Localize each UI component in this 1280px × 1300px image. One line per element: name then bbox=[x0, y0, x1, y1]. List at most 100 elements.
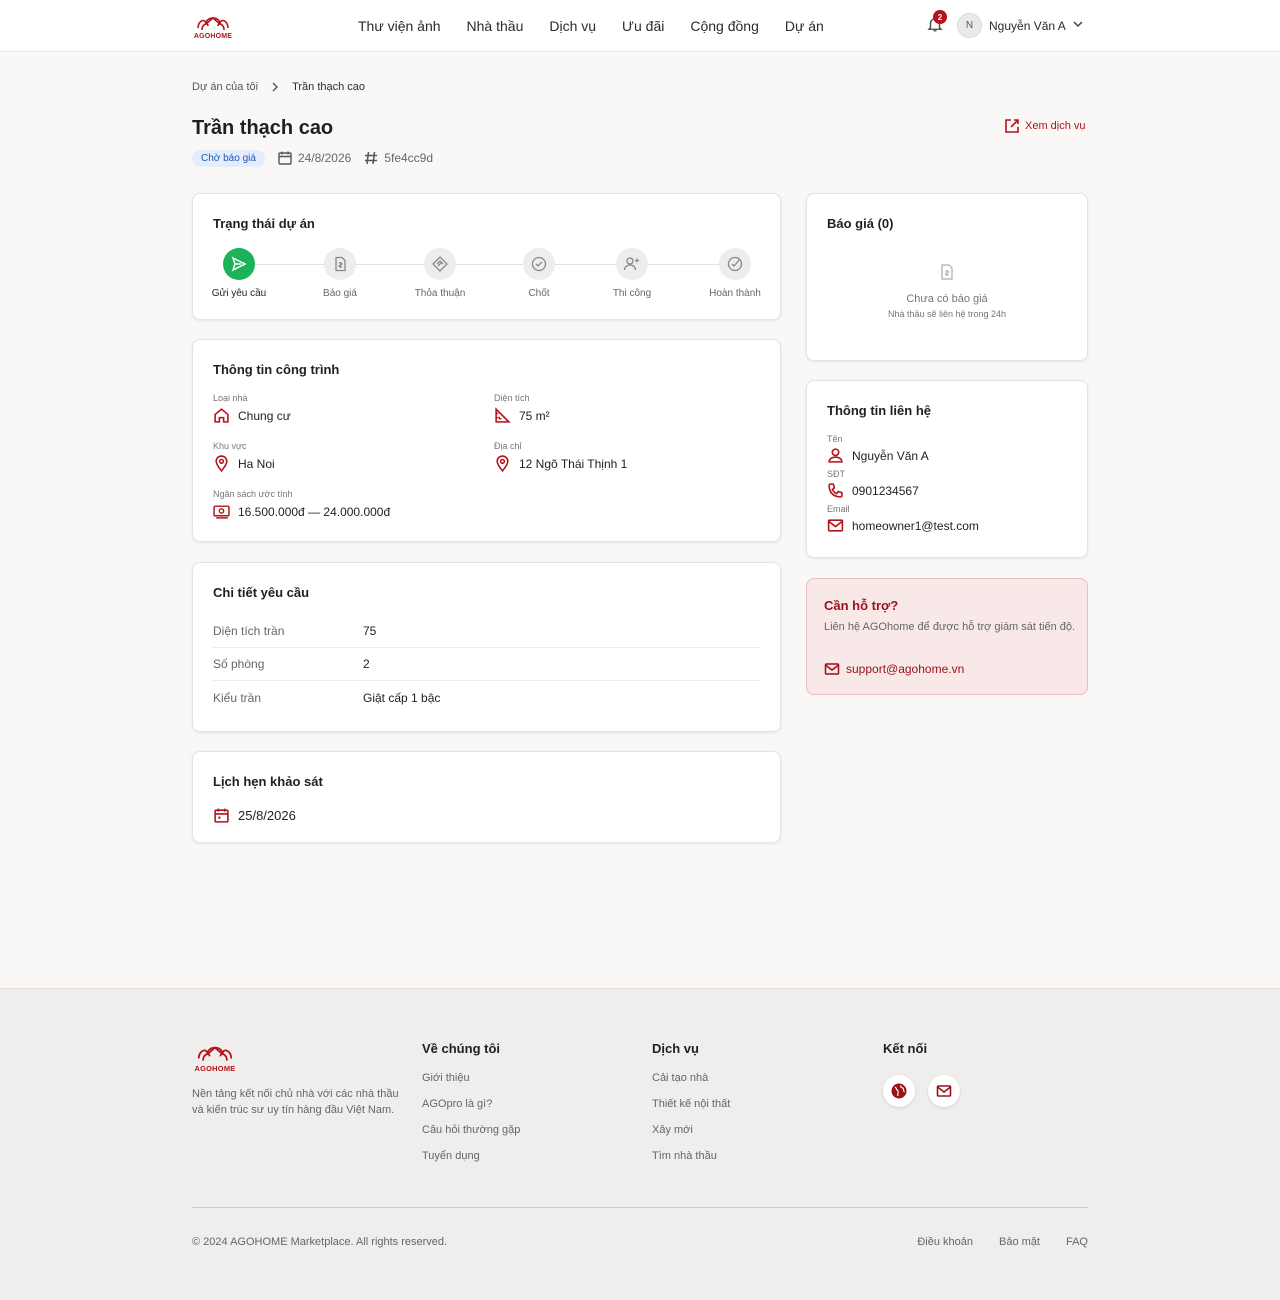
step-label: Hoàn thành bbox=[709, 288, 761, 299]
hash-icon bbox=[365, 151, 378, 165]
contact-card: Thông tin liên hệ Tên Nguyễn Văn A SĐT 0… bbox=[806, 380, 1088, 558]
avatar[interactable]: N bbox=[957, 13, 982, 38]
document-icon bbox=[941, 264, 953, 280]
step-label: Chốt bbox=[528, 288, 550, 299]
house-type-label: Loại nhà bbox=[213, 393, 248, 403]
address-text: 12 Ngõ Thái Thịnh 1 bbox=[519, 456, 628, 471]
social-email-button[interactable] bbox=[928, 1075, 960, 1107]
main-nav: Thư viện ảnh Nhà thầu Dịch vụ Ưu đãi Cộn… bbox=[358, 0, 850, 52]
area-text: 75 m² bbox=[519, 408, 550, 423]
top-header: AGOHOME Thư viện ảnh Nhà thầu Dịch vụ Ưu… bbox=[0, 0, 1280, 52]
project-status-card: Trạng thái dự án Gửi yêu cầu Báo giá Thỏ… bbox=[192, 193, 781, 320]
detail-value: 2 bbox=[363, 657, 370, 671]
phone-icon bbox=[828, 483, 843, 498]
footer-link-agopro[interactable]: AGOpro là gì? bbox=[422, 1098, 520, 1113]
breadcrumb-parent[interactable]: Dự án của tôi bbox=[192, 81, 258, 93]
nav-item-community[interactable]: Cộng đồng bbox=[690, 18, 759, 34]
logo-mark-icon bbox=[197, 16, 229, 31]
nav-item-contractors[interactable]: Nhà thầu bbox=[467, 18, 524, 34]
view-service-link[interactable]: Xem dịch vụ bbox=[1004, 118, 1086, 134]
footer-link-terms[interactable]: Điều khoản bbox=[917, 1236, 973, 1248]
social-website-button[interactable] bbox=[883, 1075, 915, 1107]
contact-name-value: Nguyễn Văn A bbox=[827, 447, 929, 464]
survey-date-text: 25/8/2026 bbox=[238, 808, 296, 823]
nav-item-services[interactable]: Dịch vụ bbox=[549, 18, 596, 34]
detail-value: 75 bbox=[363, 624, 377, 638]
nav-item-projects[interactable]: Dự án bbox=[785, 18, 824, 34]
footer-description: Nền tảng kết nối chủ nhà với các nhà thầ… bbox=[192, 1088, 399, 1116]
contact-email-value: homeowner1@test.com bbox=[827, 517, 979, 534]
support-desc: Liên hệ AGOhome để được hỗ trợ giám sát … bbox=[824, 621, 1076, 633]
footer-connect-title: Kết nối bbox=[883, 1041, 928, 1056]
request-detail-card: Chi tiết yêu cầu Diện tích trần 75 Số ph… bbox=[192, 562, 781, 732]
check-circle-icon bbox=[531, 256, 547, 272]
contact-name-label: Tên bbox=[827, 434, 843, 444]
external-link-icon bbox=[1005, 119, 1019, 133]
agohome-logo[interactable]: AGOHOME bbox=[192, 10, 234, 42]
project-date-value: 24/8/2026 bbox=[297, 151, 352, 165]
chevron-down-icon[interactable] bbox=[1072, 18, 1084, 30]
step-circle bbox=[523, 248, 555, 280]
view-service-label: Xem dịch vụ bbox=[1025, 120, 1086, 132]
table-row: Diện tích trần 75 bbox=[213, 615, 760, 648]
footer-divider bbox=[192, 1207, 1088, 1208]
area-value: 75 m² bbox=[494, 407, 550, 424]
globe-icon bbox=[891, 1083, 907, 1099]
footer-link-renovation[interactable]: Cải tạo nhà bbox=[652, 1072, 730, 1087]
footer-link-faq-legal[interactable]: FAQ bbox=[1066, 1236, 1088, 1248]
contact-phone-value: 0901234567 bbox=[827, 482, 919, 499]
breadcrumb: Dự án của tôi Trần thạch cao bbox=[192, 81, 365, 93]
contact-email-field: Email homeowner1@test.com bbox=[827, 504, 979, 534]
step-circle bbox=[324, 248, 356, 280]
worker-icon bbox=[623, 257, 639, 271]
step-label: Thỏa thuận bbox=[414, 288, 466, 299]
chevron-right-icon bbox=[272, 82, 279, 92]
table-row: Số phòng 2 bbox=[213, 648, 760, 681]
footer-link-careers[interactable]: Tuyển dụng bbox=[422, 1150, 520, 1165]
survey-card-title: Lịch hẹn khảo sát bbox=[213, 774, 323, 789]
mail-icon bbox=[936, 1085, 952, 1097]
address-field: Địa chỉ 12 Ngõ Thái Thịnh 1 bbox=[494, 441, 627, 472]
step-send-request: Gửi yêu cầu bbox=[194, 248, 284, 299]
nav-item-offers[interactable]: Ưu đãi bbox=[622, 18, 664, 34]
region-text: Ha Noi bbox=[238, 456, 275, 471]
step-close: Chốt bbox=[494, 248, 584, 299]
ruler-triangle-icon bbox=[495, 407, 511, 423]
step-label: Thi công bbox=[612, 288, 652, 299]
project-id: 5fe4cc9d bbox=[363, 150, 433, 166]
support-email-link[interactable]: support@agohome.vn bbox=[824, 661, 964, 677]
contact-email-text[interactable]: homeowner1@test.com bbox=[852, 519, 979, 533]
nav-item-gallery[interactable]: Thư viện ảnh bbox=[358, 18, 441, 34]
project-meta: Chờ báo giá 24/8/2026 5fe4cc9d bbox=[192, 148, 445, 168]
contact-phone-text[interactable]: 0901234567 bbox=[852, 484, 919, 498]
footer: AGOHOME Nền tảng kết nối chủ nhà với các… bbox=[0, 988, 1280, 1300]
step-label: Gửi yêu cầu bbox=[211, 288, 267, 299]
region-label: Khu vực bbox=[213, 441, 247, 451]
quote-empty-state: Chưa có báo giá Nhà thầu sẽ liên hệ tron… bbox=[807, 264, 1087, 319]
budget-value: 16.500.000đ — 24.000.000đ bbox=[213, 503, 390, 520]
region-value: Ha Noi bbox=[213, 455, 275, 472]
footer-link-intro[interactable]: Giới thiệu bbox=[422, 1072, 520, 1087]
footer-logo[interactable]: AGOHOME bbox=[192, 1039, 238, 1073]
footer-link-find-contractor[interactable]: Tìm nhà thầu bbox=[652, 1150, 730, 1165]
footer-link-faq[interactable]: Câu hỏi thường gặp bbox=[422, 1124, 520, 1139]
detail-key: Diện tích trần bbox=[213, 624, 285, 638]
step-label: Báo giá bbox=[323, 288, 357, 299]
footer-link-privacy[interactable]: Bảo mật bbox=[999, 1236, 1040, 1248]
document-icon bbox=[335, 256, 346, 272]
logo-wordmark: AGOHOME bbox=[193, 33, 233, 40]
mail-icon bbox=[827, 519, 844, 532]
footer-link-new-build[interactable]: Xây mới bbox=[652, 1124, 730, 1139]
calendar-icon bbox=[214, 808, 229, 823]
survey-date: 25/8/2026 bbox=[213, 807, 296, 824]
footer-link-interior[interactable]: Thiết kế nội thất bbox=[652, 1098, 730, 1113]
quote-card-title: Báo giá (0) bbox=[827, 216, 894, 231]
support-box: Cần hỗ trợ? Liên hệ AGOhome để được hỗ t… bbox=[806, 578, 1088, 695]
step-circle bbox=[424, 248, 456, 280]
house-type-text: Chung cư bbox=[238, 408, 291, 423]
user-name[interactable]: Nguyễn Văn A bbox=[989, 19, 1066, 33]
user-icon bbox=[828, 448, 843, 463]
quote-empty-title: Chưa có báo giá bbox=[906, 293, 988, 305]
step-circle bbox=[616, 248, 648, 280]
home-icon bbox=[214, 408, 229, 423]
